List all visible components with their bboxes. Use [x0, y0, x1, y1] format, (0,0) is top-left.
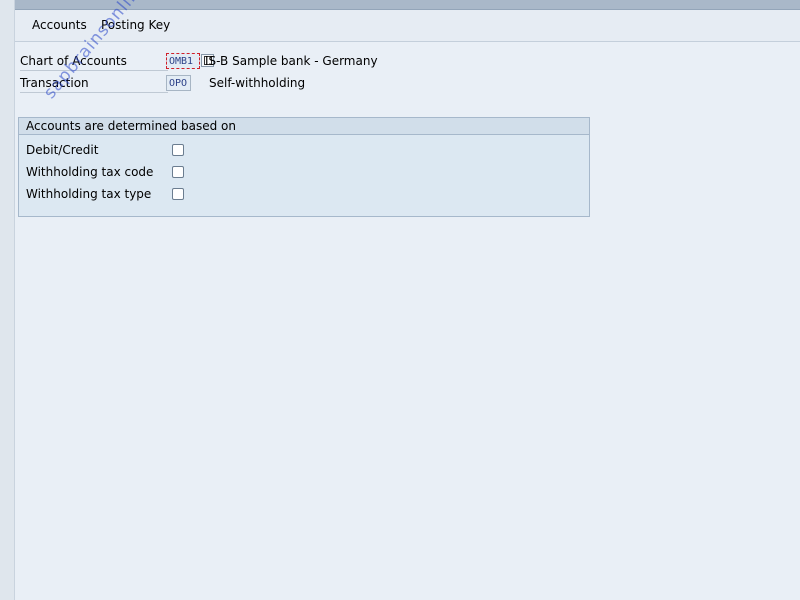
menu-bar: Accounts Posting Key [15, 10, 800, 42]
transaction-field[interactable]: OPO [166, 75, 191, 91]
group-title: Accounts are determined based on [19, 118, 589, 135]
withholding-tax-type-checkbox[interactable] [172, 188, 184, 200]
chart-of-accounts-label: Chart of Accounts [20, 52, 168, 71]
menu-item-posting-key[interactable]: Posting Key [101, 18, 170, 32]
transaction-label: Transaction [20, 74, 168, 93]
accounts-determination-group: Accounts are determined based on Debit/C… [18, 117, 590, 217]
transaction-description: Self-withholding [209, 76, 306, 90]
left-strip [0, 0, 14, 600]
withholding-tax-code-label: Withholding tax code [26, 165, 154, 179]
chart-of-accounts-field[interactable]: OMB1 [166, 53, 200, 69]
withholding-tax-code-checkbox[interactable] [172, 166, 184, 178]
debit-credit-checkbox[interactable] [172, 144, 184, 156]
main-window: Accounts Posting Key Chart of Accounts O… [14, 0, 800, 600]
debit-credit-label: Debit/Credit [26, 143, 99, 157]
chart-of-accounts-description: IS-B Sample bank - Germany [205, 54, 378, 68]
withholding-tax-type-label: Withholding tax type [26, 187, 152, 201]
title-bar [15, 0, 800, 10]
menu-item-accounts[interactable]: Accounts [32, 18, 87, 32]
